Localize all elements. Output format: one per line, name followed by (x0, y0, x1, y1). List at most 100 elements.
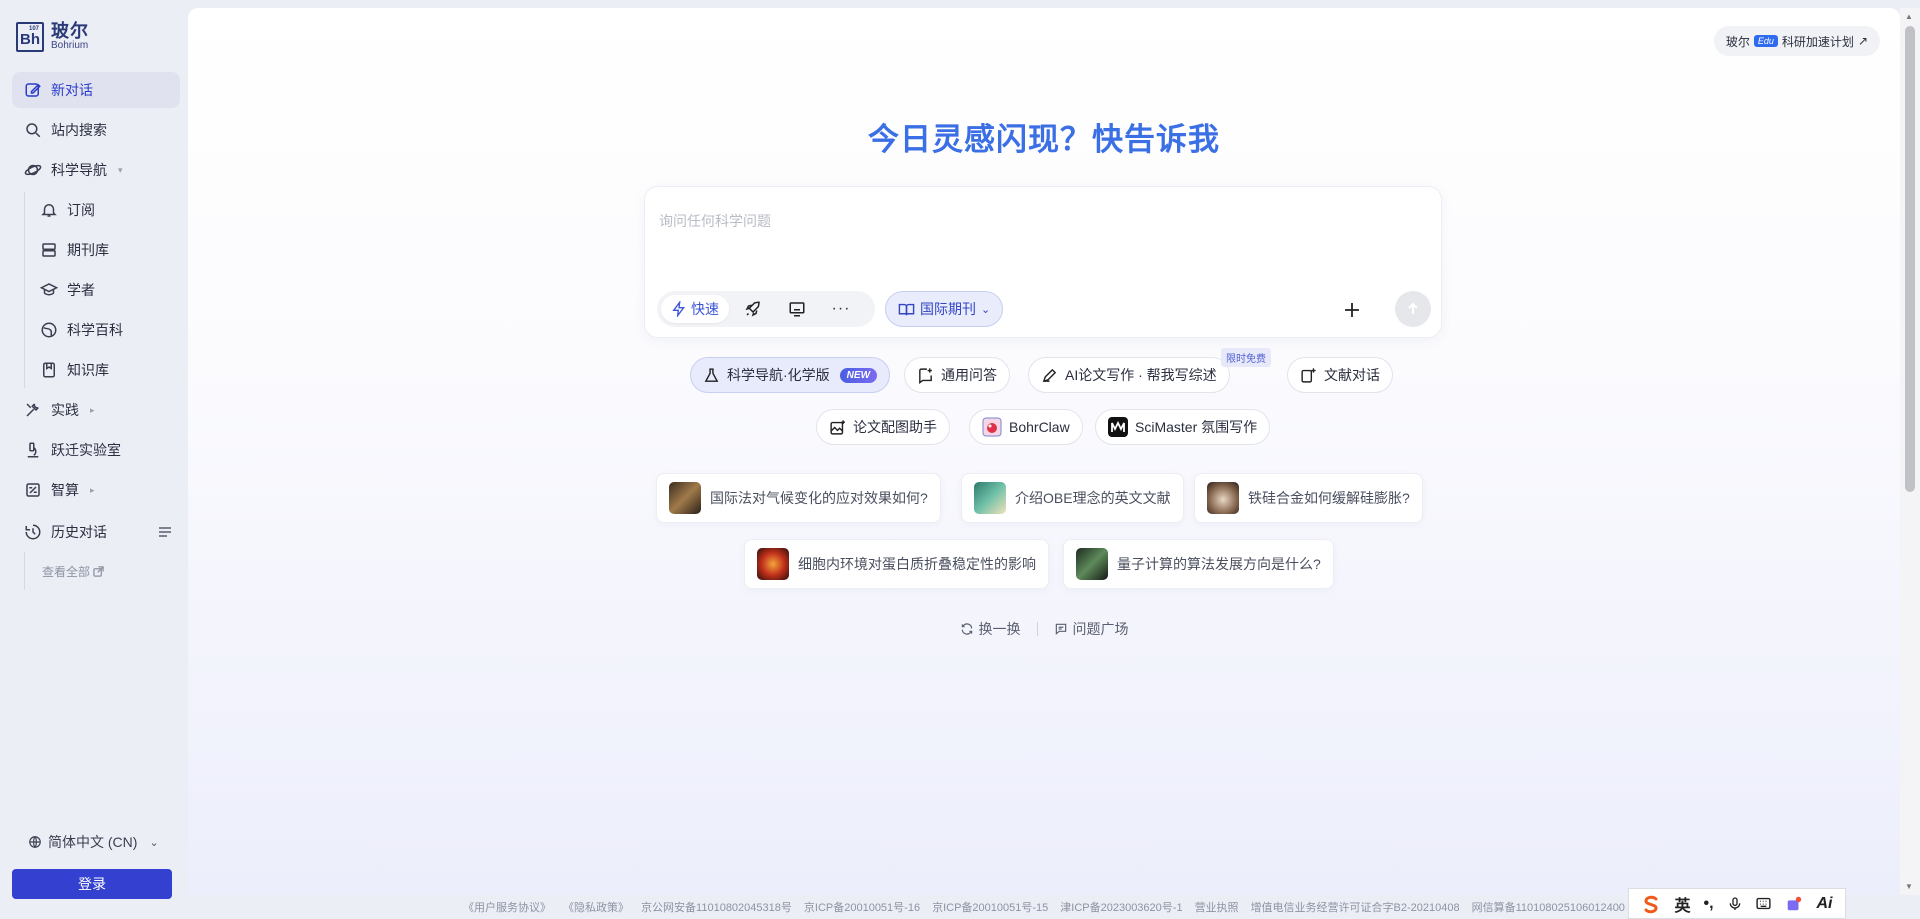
sidebar-item-site-search[interactable]: 站内搜索 (12, 112, 180, 148)
ai-writing-button[interactable]: AI论文写作 · 帮我写综述 (1028, 357, 1230, 393)
image-plus-icon (830, 419, 845, 435)
more-icon: ··· (831, 300, 851, 317)
logo-name-en: Bohrium (51, 40, 89, 52)
open-book-icon (898, 303, 915, 315)
footer-telecom-license[interactable]: 增值电信业务经营许可证合字B2-20210408 (1251, 899, 1460, 915)
sidebar-item-lab[interactable]: 跃迁实验室 (12, 432, 180, 468)
refresh-questions-button[interactable]: 换一换 (960, 619, 1021, 639)
main-panel: 玻尔 Edu 科研加速计划 ↗ 今日灵感闪现？快告诉我 快速 ··· 国际期刊 (188, 8, 1900, 895)
scrollbar[interactable]: ▲ ▼ (1900, 8, 1920, 895)
suggested-question[interactable]: 铁硅合金如何缓解硅膨胀? (1194, 473, 1423, 523)
edit-icon (25, 83, 41, 97)
pen-icon (1042, 368, 1057, 382)
mode-fast-button[interactable]: 快速 (661, 295, 729, 323)
lightning-icon (672, 301, 685, 317)
rocket-icon (745, 301, 760, 317)
tools-icon (26, 403, 39, 417)
edu-program-link[interactable]: 玻尔 Edu 科研加速计划 ↗ (1713, 26, 1880, 56)
suggested-question[interactable]: 介绍OBE理念的英文文献 (961, 473, 1184, 523)
sub-nav-divider (24, 192, 25, 388)
keyboard-icon[interactable] (1755, 895, 1772, 912)
monitor-icon (789, 302, 805, 317)
sidebar-item-history[interactable]: 历史对话 (12, 514, 180, 550)
footer-link-privacy[interactable]: 《隐私政策》 (563, 899, 629, 915)
ai-assistant-icon[interactable]: Ai (1816, 895, 1832, 913)
history-icon (25, 524, 41, 540)
mode-deep-button[interactable] (733, 295, 773, 323)
question-thumbnail (1207, 482, 1239, 514)
bohrclaw-button[interactable]: BohrClaw (969, 409, 1083, 445)
scroll-down-arrow[interactable]: ▼ (1905, 882, 1913, 891)
attach-button[interactable] (1337, 295, 1367, 325)
language-selector[interactable]: 简体中文 (CN) ⌄ (28, 832, 159, 852)
sidebar-item-compute[interactable]: 智算 ▸ (12, 472, 180, 508)
punctuation-icon[interactable]: •, (1703, 895, 1713, 913)
suggested-question[interactable]: 国际法对气候变化的应对效果如何? (656, 473, 941, 523)
document-plus-icon (1301, 367, 1316, 383)
search-icon (26, 123, 41, 138)
skin-icon[interactable] (1785, 895, 1803, 913)
page-headline: 今日灵感闪现？快告诉我 (868, 122, 1220, 157)
refresh-icon (961, 623, 972, 635)
scrollbar-thumb[interactable] (1905, 26, 1915, 492)
scroll-up-arrow[interactable]: ▲ (1905, 12, 1913, 21)
journal-filter-dropdown[interactable]: 国际期刊 ⌄ (885, 291, 1004, 327)
graduation-cap-icon (40, 283, 58, 296)
microscope-icon (27, 442, 39, 458)
sidebar-item-knowledge-base[interactable]: 知识库 (30, 352, 180, 388)
doc-chat-button[interactable]: 文献对话 (1287, 357, 1393, 393)
chevron-right-icon: ▸ (90, 404, 95, 415)
bohrium-logo[interactable]: 107 Bh 玻尔 Bohrium (16, 22, 89, 52)
question-thumbnail (757, 548, 789, 580)
list-menu-icon[interactable] (158, 525, 172, 539)
chevron-down-icon: ⌄ (981, 303, 991, 316)
sidebar-item-practice[interactable]: 实践 ▸ (12, 392, 180, 428)
sidebar-item-journal-library[interactable]: 期刊库 (30, 232, 180, 268)
chat-plus-icon (919, 367, 932, 384)
history-divider (24, 552, 25, 590)
sogou-logo-icon[interactable] (1641, 894, 1661, 914)
footer-icp-tianjin[interactable]: 津ICP备2023003620号-1 (1060, 899, 1182, 915)
send-button[interactable] (1395, 291, 1431, 327)
footer-icp-15[interactable]: 京ICP备20010051号-15 (932, 899, 1048, 915)
new-badge: NEW (839, 367, 878, 383)
message-icon (1055, 623, 1066, 635)
more-options-button[interactable]: ··· (821, 295, 861, 323)
external-link-icon (93, 566, 104, 577)
sidebar-item-science-nav[interactable]: 科学导航 ▾ (12, 152, 180, 188)
footer-link-user-agreement[interactable]: 《用户服务协议》 (463, 899, 551, 915)
footer-business-license[interactable]: 营业执照 (1195, 899, 1239, 915)
globe-icon (41, 322, 57, 338)
bell-icon (41, 204, 57, 217)
sidebar-item-scholars[interactable]: 学者 (30, 272, 180, 308)
general-qa-button[interactable]: 通用问答 (904, 357, 1010, 393)
figure-helper-button[interactable]: 论文配图助手 (816, 409, 950, 445)
science-nav-chem-button[interactable]: 科学导航·化学版 NEW (690, 357, 891, 393)
arrow-up-icon (1408, 302, 1418, 314)
chevron-right-icon: ▸ (90, 484, 95, 495)
suggested-question[interactable]: 细胞内环境对蛋白质折叠稳定性的影响 (744, 539, 1049, 589)
mode-selector: 快速 ··· (657, 291, 875, 327)
microphone-icon[interactable] (1727, 896, 1743, 912)
suggested-question[interactable]: 量子计算的算法发展方向是什么? (1063, 539, 1334, 589)
bohrclaw-icon (982, 417, 1002, 437)
free-tag: 限时免费 (1221, 348, 1271, 367)
sidebar-item-new-chat[interactable]: 新对话 (12, 72, 180, 108)
sidebar: 107 Bh 玻尔 Bohrium 新对话 站内搜索 科学导航 ▾ 订阅 期刊库… (0, 0, 188, 919)
question-input[interactable] (659, 201, 1419, 241)
footer-algorithm-record[interactable]: 网信算备110108025106012400 (1472, 899, 1625, 915)
sidebar-item-encyclopedia[interactable]: 科学百科 (30, 312, 180, 348)
footer-beian-police[interactable]: 京公网安备11010802045318号 (641, 899, 792, 915)
view-all-link[interactable]: 查看全部 (42, 563, 104, 580)
login-button[interactable]: 登录 (12, 869, 172, 899)
flask-icon (704, 367, 719, 382)
sidebar-item-subscribe[interactable]: 订阅 (30, 192, 180, 228)
footer-icp-16[interactable]: 京ICP备20010051号-16 (804, 899, 920, 915)
book-icon (43, 362, 55, 378)
mode-screen-button[interactable] (777, 295, 817, 323)
ask-box: 快速 ··· 国际期刊 ⌄ (644, 186, 1442, 338)
question-square-link[interactable]: 问题广场 (1054, 619, 1129, 639)
ime-toolbar: 英 •, Ai (1628, 888, 1846, 919)
ime-mode-toggle[interactable]: 英 (1674, 892, 1690, 916)
scimaster-button[interactable]: SciMaster 氛围写作 (1095, 409, 1271, 445)
